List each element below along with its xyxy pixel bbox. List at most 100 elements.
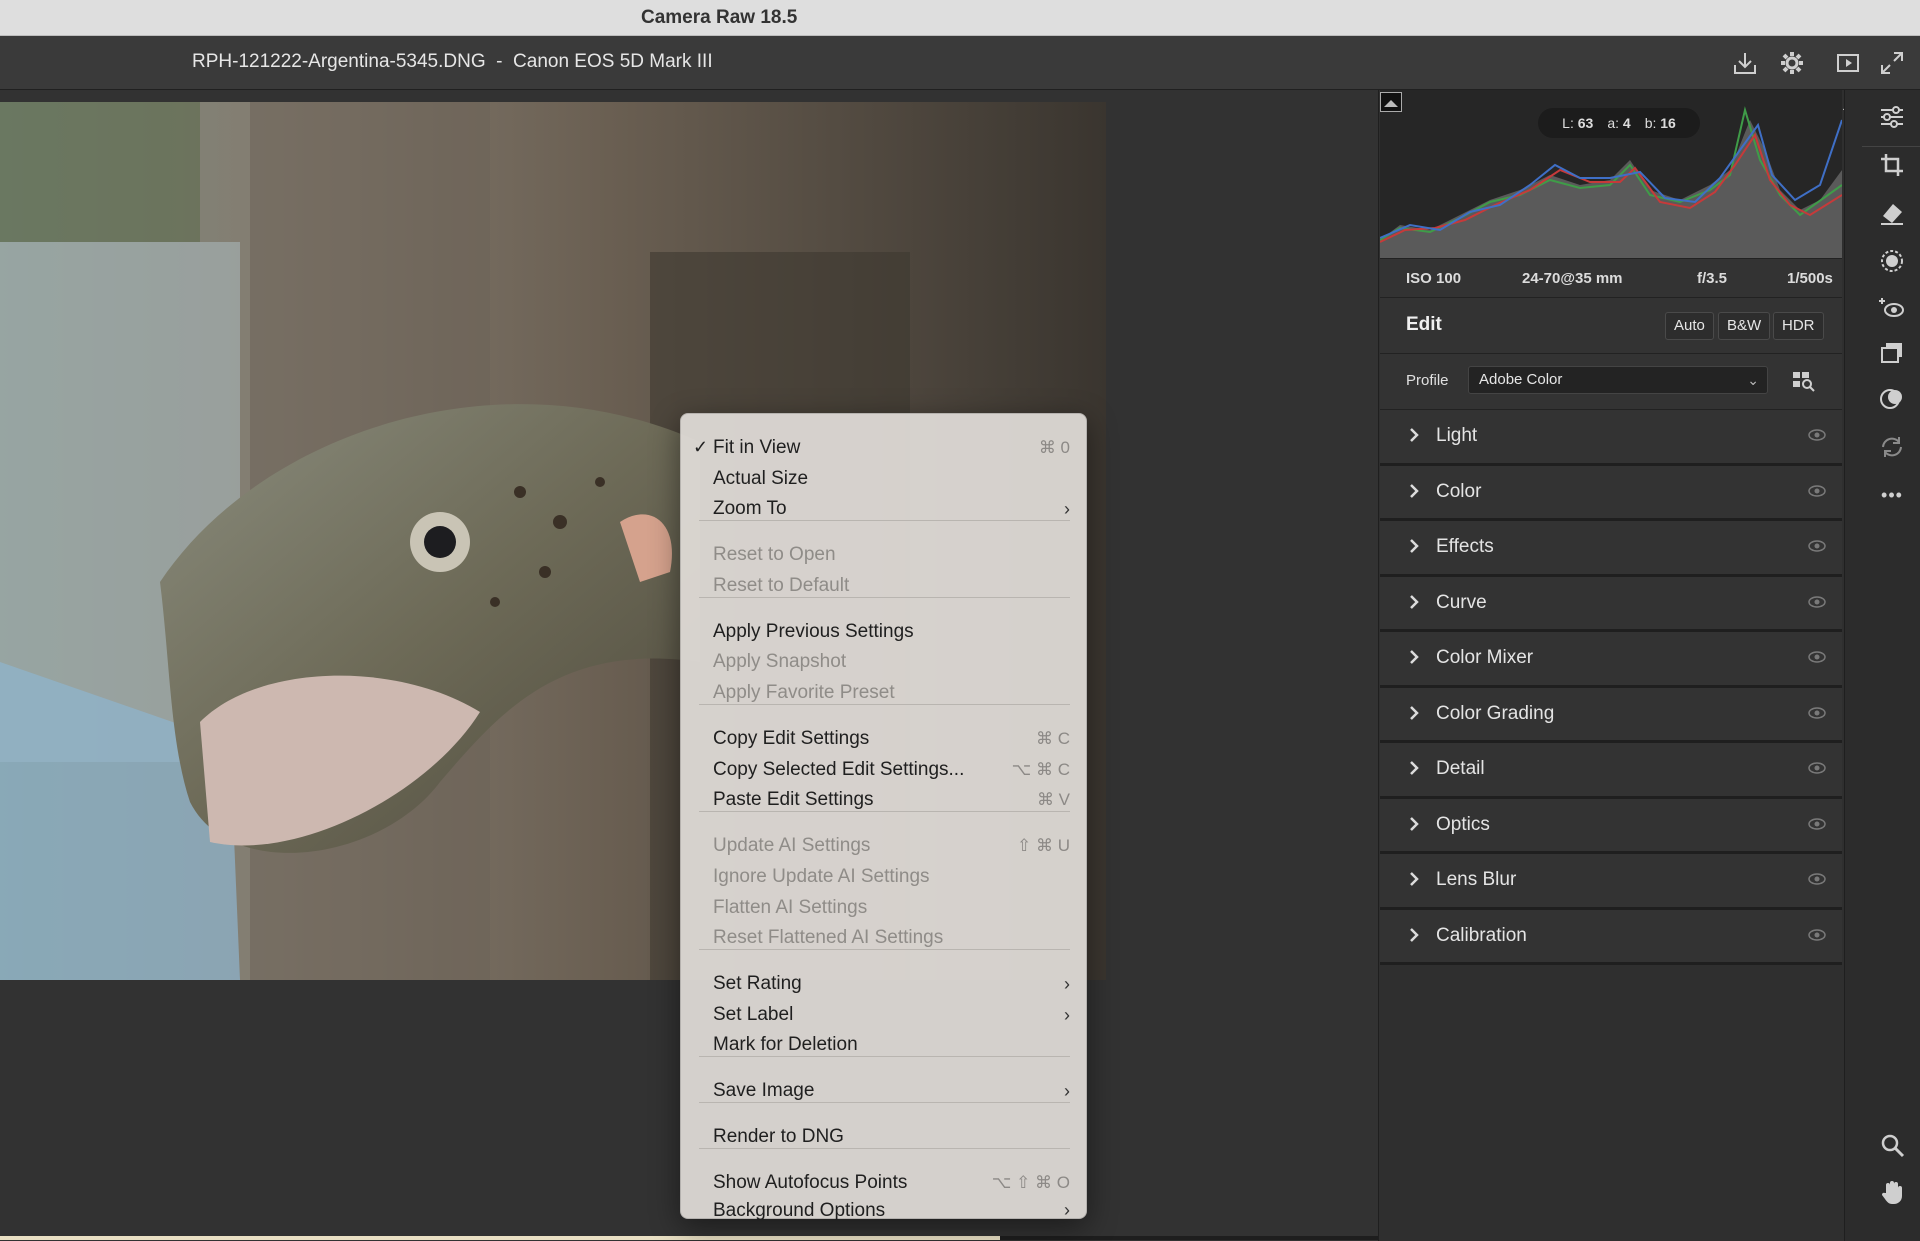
eye-icon[interactable] (1808, 817, 1826, 830)
eye-icon[interactable] (1808, 651, 1826, 663)
section-label: Color Grading (1436, 702, 1555, 724)
eye-icon[interactable] (1808, 873, 1826, 885)
eraser-icon[interactable] (1877, 198, 1907, 228)
chevron-right-icon (1410, 761, 1419, 775)
chevron-right-icon (1410, 650, 1419, 664)
expand-icon[interactable] (1878, 49, 1906, 77)
section-effects[interactable]: Effects (1380, 521, 1842, 577)
menu-shortcut: ⇧ ⌘ U (1017, 836, 1070, 855)
profile-label: Profile (1406, 372, 1449, 389)
edit-header: Edit Auto B&W HDR (1380, 298, 1842, 354)
fullscreen-preview-icon[interactable] (1834, 49, 1862, 77)
chevron-right-icon (1410, 816, 1419, 831)
section-color-mixer[interactable]: Color Mixer (1380, 632, 1842, 688)
section-color-grading[interactable]: Color Grading (1380, 687, 1842, 743)
section-label: Light (1436, 425, 1478, 446)
eye-icon[interactable] (1808, 540, 1826, 552)
section-lens-blur[interactable]: Lens Blur (1380, 854, 1842, 910)
menu-divider (699, 1148, 1070, 1149)
eye-icon[interactable] (1808, 762, 1826, 774)
menu-item-copy-edit-settings[interactable]: Copy Edit Settings ⌘ C (681, 725, 1088, 755)
menu-item-ignore-update-ai-settings: Ignore Update AI Settings (713, 866, 930, 887)
menu-divider (699, 811, 1070, 812)
snapshots-icon[interactable] (1877, 338, 1907, 368)
profile-value: Adobe Color (1479, 371, 1563, 388)
chevron-right-icon (1410, 872, 1419, 886)
section-optics[interactable]: Optics (1380, 798, 1842, 854)
menu-shortcut: ⌥ ⌘ C (1011, 760, 1070, 779)
menu-item-set-label[interactable]: Set Label › (681, 1001, 1088, 1031)
chevron-right-icon (1410, 483, 1419, 498)
section-label: Effects (1436, 536, 1494, 557)
red-eye-icon[interactable] (1877, 293, 1907, 323)
chevron-down-icon: ⌄ (1747, 372, 1759, 388)
menu-divider (699, 520, 1070, 521)
section-curve[interactable]: Curve (1380, 576, 1842, 632)
auto-button[interactable]: Auto (1665, 312, 1714, 340)
profile-select[interactable]: Adobe Color ⌄ (1468, 366, 1768, 394)
menu-item-show-autofocus-points[interactable]: Show Autofocus Points ⌥ ⇧ ⌘ O (681, 1169, 1088, 1199)
menu-shortcut: ⌘ C (1036, 729, 1070, 748)
eye-icon[interactable] (1808, 706, 1826, 719)
eye-icon[interactable] (1808, 429, 1826, 441)
hand-icon[interactable] (1877, 1177, 1907, 1207)
lab-readout: L: 63 a: 4 b: 16 (1538, 108, 1700, 138)
section-label: Color (1436, 480, 1482, 502)
menu-divider (699, 1056, 1070, 1057)
eye-icon[interactable] (1808, 595, 1826, 608)
lab-b: b: 16 (1644, 115, 1676, 131)
menu-item-set-rating[interactable]: Set Rating › (681, 970, 1088, 1000)
save-icon[interactable] (1731, 49, 1759, 77)
section-calibration[interactable]: Calibration (1380, 909, 1842, 965)
window-title: Camera Raw 18.5 (641, 7, 798, 28)
menu-item-reset-to-open: Reset to Open (713, 544, 836, 565)
crop-icon[interactable] (1877, 150, 1907, 180)
presets-icon[interactable] (1877, 384, 1907, 414)
exif-lens: 24-70@35 mm (1522, 270, 1623, 287)
section-label: Detail (1436, 758, 1485, 779)
profile-row: Profile Adobe Color ⌄ (1380, 354, 1842, 410)
document-filename: RPH-121222-Argentina-5345.DNG - Canon EO… (192, 51, 713, 72)
exif-shutter: 1/500s (1787, 270, 1833, 287)
menu-item-apply-previous-settings[interactable]: Apply Previous Settings (681, 618, 1088, 648)
hdr-button[interactable]: HDR (1773, 312, 1824, 340)
submenu-arrow-icon: › (1064, 1200, 1070, 1220)
checkmark-icon: ✓ (693, 437, 709, 457)
filmstrip-edge (0, 1236, 1378, 1240)
menu-shortcut: ⌘ 0 (1038, 438, 1070, 457)
eye-icon[interactable] (1808, 928, 1826, 941)
menu-shortcut: ⌥ ⇧ ⌘ O (991, 1173, 1070, 1192)
menu-item-actual-size[interactable]: Actual Size (681, 465, 1088, 495)
section-label: Lens Blur (1436, 869, 1517, 890)
section-label: Curve (1436, 591, 1487, 613)
edit-sections: Light Color Effects Curve Color Mixer Co… (1380, 410, 1842, 965)
section-label: Calibration (1436, 924, 1527, 946)
section-color[interactable]: Color (1380, 465, 1842, 521)
section-detail[interactable]: Detail (1380, 743, 1842, 799)
exif-iso: ISO 100 (1406, 270, 1462, 287)
menu-item-fit-in-view[interactable]: ✓ Fit in View ⌘ 0 (681, 434, 1088, 464)
submenu-arrow-icon: › (1064, 499, 1070, 519)
gear-icon[interactable] (1778, 49, 1806, 77)
menu-divider (699, 1102, 1070, 1103)
menu-item-background-options[interactable]: Background Options › (681, 1200, 1088, 1221)
more-icon[interactable]: ••• (1877, 480, 1907, 510)
section-label: Optics (1436, 813, 1490, 835)
profile-browser-icon[interactable] (1792, 370, 1816, 392)
edit-sliders-icon[interactable] (1877, 102, 1907, 132)
edit-title: Edit (1406, 314, 1442, 335)
menu-item-copy-selected-edit-settings[interactable]: Copy Selected Edit Settings... ⌥ ⌘ C (681, 756, 1088, 786)
sync-icon[interactable] (1877, 432, 1907, 462)
masking-icon[interactable] (1877, 246, 1907, 276)
camera-raw-window: Camera Raw 18.5 RPH-121222-Argentina-534… (0, 0, 1920, 1241)
section-label: Color Mixer (1436, 647, 1534, 668)
zoom-icon[interactable] (1877, 1130, 1907, 1160)
chevron-right-icon (1410, 539, 1419, 553)
lab-l: L: 63 (1562, 115, 1594, 131)
section-light[interactable]: Light (1380, 410, 1842, 466)
context-menu: ✓ Fit in View ⌘ 0 Actual Size Zoom To › … (680, 413, 1088, 1221)
lab-a: a: 4 (1607, 115, 1631, 131)
eye-icon[interactable] (1808, 484, 1826, 497)
bw-button[interactable]: B&W (1718, 312, 1771, 340)
shadow-clipping-toggle[interactable] (1380, 92, 1402, 112)
